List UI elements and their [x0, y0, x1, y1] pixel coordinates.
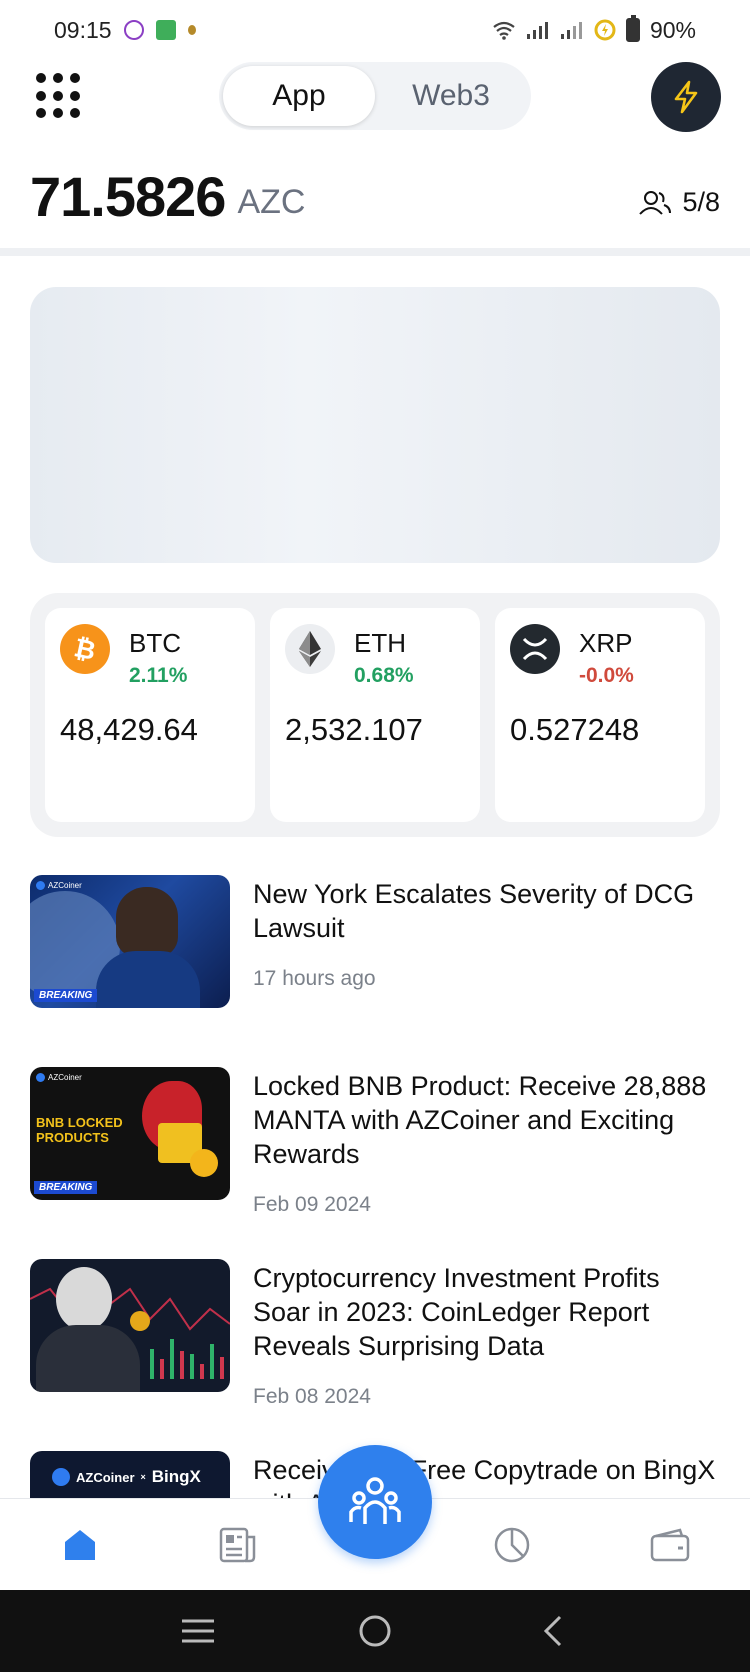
ticker-panel: ₿ BTC 2.11% 48,429.64 ETH 0.68% 2,532.10…: [30, 593, 720, 837]
coin-change: 0.68%: [354, 664, 414, 687]
news-thumbnail: AZCoiner BNB LOCKED PRODUCTS BREAKING: [30, 1067, 230, 1200]
game-icon: [155, 20, 176, 40]
breaking-tag: BREAKING: [34, 989, 98, 1002]
news-item[interactable]: AZCoiner BNB LOCKED PRODUCTS BREAKING Lo…: [30, 1067, 720, 1259]
news-date: Feb 09 2024: [253, 1193, 371, 1216]
nav-news[interactable]: [216, 1523, 260, 1567]
wifi-icon: [493, 21, 515, 40]
wallet-icon: [650, 1528, 690, 1562]
section-divider: [0, 248, 750, 256]
thumb-headline: BNB LOCKED PRODUCTS: [36, 1115, 123, 1145]
grid-menu-icon[interactable]: [36, 73, 82, 119]
coin-graphic: [130, 1311, 150, 1331]
status-left: 09:15: [54, 17, 196, 44]
nav-portfolio[interactable]: [490, 1523, 534, 1567]
data-saver-icon: [594, 19, 616, 41]
nav-wallet[interactable]: [648, 1523, 692, 1567]
breaking-tag: BREAKING: [34, 1181, 98, 1194]
app-web3-switch: App Web3: [219, 62, 531, 130]
tab-app[interactable]: App: [223, 66, 375, 126]
speaker-body-graphic: [96, 951, 200, 1008]
thumb-brand: AZCoiner: [36, 1073, 82, 1082]
news-icon: [219, 1527, 256, 1563]
coin-graphic: [190, 1149, 218, 1177]
back-chevron-icon: [543, 1615, 561, 1647]
azcoiner-logo-icon: [52, 1468, 70, 1486]
thumb-brand-row: AZCoiner × BingX: [52, 1467, 201, 1487]
statue-graphic: [56, 1267, 112, 1331]
xrp-icon: [510, 624, 560, 674]
users-icon: [639, 190, 672, 215]
news-date: 17 hours ago: [253, 967, 376, 990]
header: App Web3: [0, 60, 750, 172]
news-thumbnail: [30, 1259, 230, 1392]
svg-text:₿: ₿: [71, 634, 98, 664]
balance-unit: AZC: [237, 183, 306, 221]
home-button[interactable]: [353, 1609, 397, 1653]
bitcoin-icon: ₿: [60, 624, 110, 674]
coin-price: 0.527248: [510, 712, 640, 747]
signal-icon: [560, 22, 582, 39]
thumb-brand: AZCoiner: [36, 881, 82, 890]
notification-icon: [187, 25, 196, 35]
system-nav-bar: [0, 1590, 750, 1672]
back-button[interactable]: [530, 1609, 574, 1653]
coin-symbol: BTC: [129, 628, 181, 658]
menu-lines-icon: [182, 1619, 215, 1643]
recent-apps-button[interactable]: [176, 1609, 220, 1653]
news-item[interactable]: AZCoiner BREAKING New York Escalates Sev…: [30, 875, 720, 1067]
battery-icon: [625, 15, 640, 42]
status-right: 90%: [492, 15, 696, 44]
balance-row: 71.5826 AZC 5/8: [30, 160, 720, 230]
news-title: Locked BNB Product: Receive 28,888 MANTA…: [253, 1071, 707, 1169]
referrals-count: 5/8: [682, 187, 720, 217]
ethereum-icon: [285, 624, 335, 674]
lightning-button[interactable]: [651, 62, 721, 132]
coin-change: -0.0%: [579, 664, 634, 687]
coin-symbol: XRP: [579, 628, 633, 658]
news-item[interactable]: Cryptocurrency Investment Profits Soar i…: [30, 1259, 720, 1451]
battery-level: 90%: [649, 16, 696, 43]
suit-graphic: [36, 1325, 140, 1392]
ticker-card-eth[interactable]: ETH 0.68% 2,532.107: [270, 608, 480, 822]
portfolio-icon: [494, 1527, 530, 1563]
community-button[interactable]: [318, 1445, 432, 1559]
coin-change: 2.11%: [129, 664, 188, 687]
nav-home[interactable]: [58, 1523, 102, 1567]
lightning-icon: [674, 80, 698, 114]
coin-symbol: ETH: [354, 628, 406, 658]
news-date: Feb 08 2024: [253, 1385, 371, 1408]
coin-price: 2,532.107: [285, 712, 423, 747]
coin-price: 48,429.64: [60, 712, 198, 747]
news-title: Cryptocurrency Investment Profits Soar i…: [253, 1263, 660, 1361]
balance-amount: 71.5826: [30, 165, 226, 228]
speaker-graphic: [116, 887, 178, 957]
ticker-card-btc[interactable]: ₿ BTC 2.11% 48,429.64: [45, 608, 255, 822]
news-thumbnail: AZCoiner BREAKING: [30, 875, 230, 1008]
status-bar: 09:15 90%: [0, 0, 750, 60]
status-time: 09:15: [54, 16, 112, 43]
signal-icon: [526, 22, 548, 39]
home-icon: [65, 1530, 95, 1560]
promo-banner[interactable]: [30, 287, 720, 563]
news-title: New York Escalates Severity of DCG Lawsu…: [253, 879, 695, 943]
whatsapp-icon: [123, 20, 144, 40]
referrals-counter[interactable]: 5/8: [638, 187, 720, 218]
community-icon: [349, 1477, 401, 1524]
tab-web3[interactable]: Web3: [375, 66, 527, 126]
circle-home-icon: [359, 1615, 391, 1647]
ticker-card-xrp[interactable]: XRP -0.0% 0.527248: [495, 608, 705, 822]
